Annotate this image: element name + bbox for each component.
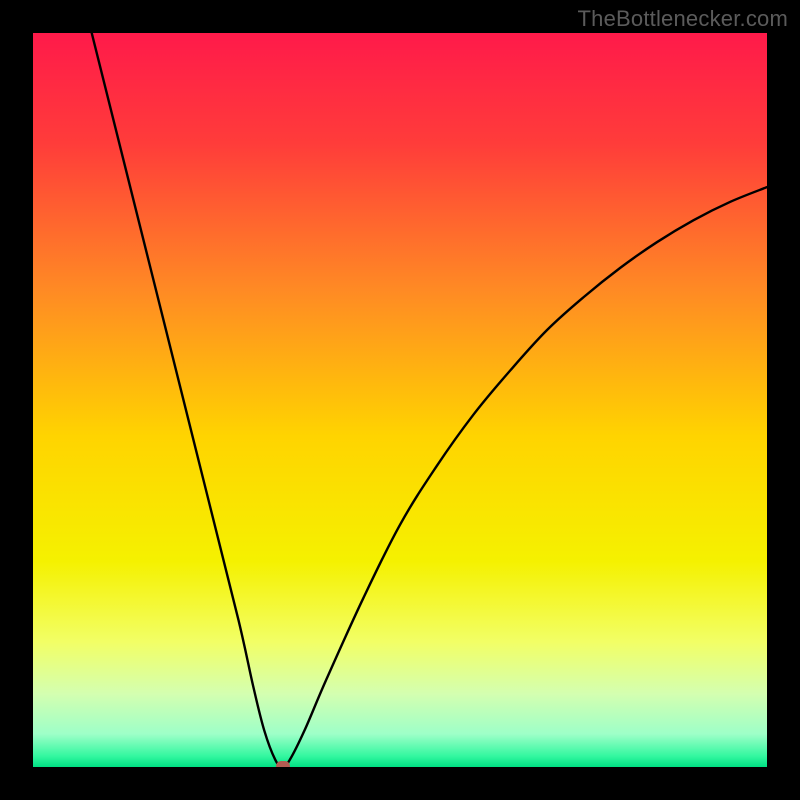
chart-frame: TheBottlenecker.com xyxy=(0,0,800,800)
minimum-marker xyxy=(276,761,290,767)
watermark-text: TheBottlenecker.com xyxy=(578,6,788,32)
plot-area xyxy=(33,33,767,767)
curve-layer xyxy=(33,33,767,767)
bottleneck-curve xyxy=(92,33,767,767)
